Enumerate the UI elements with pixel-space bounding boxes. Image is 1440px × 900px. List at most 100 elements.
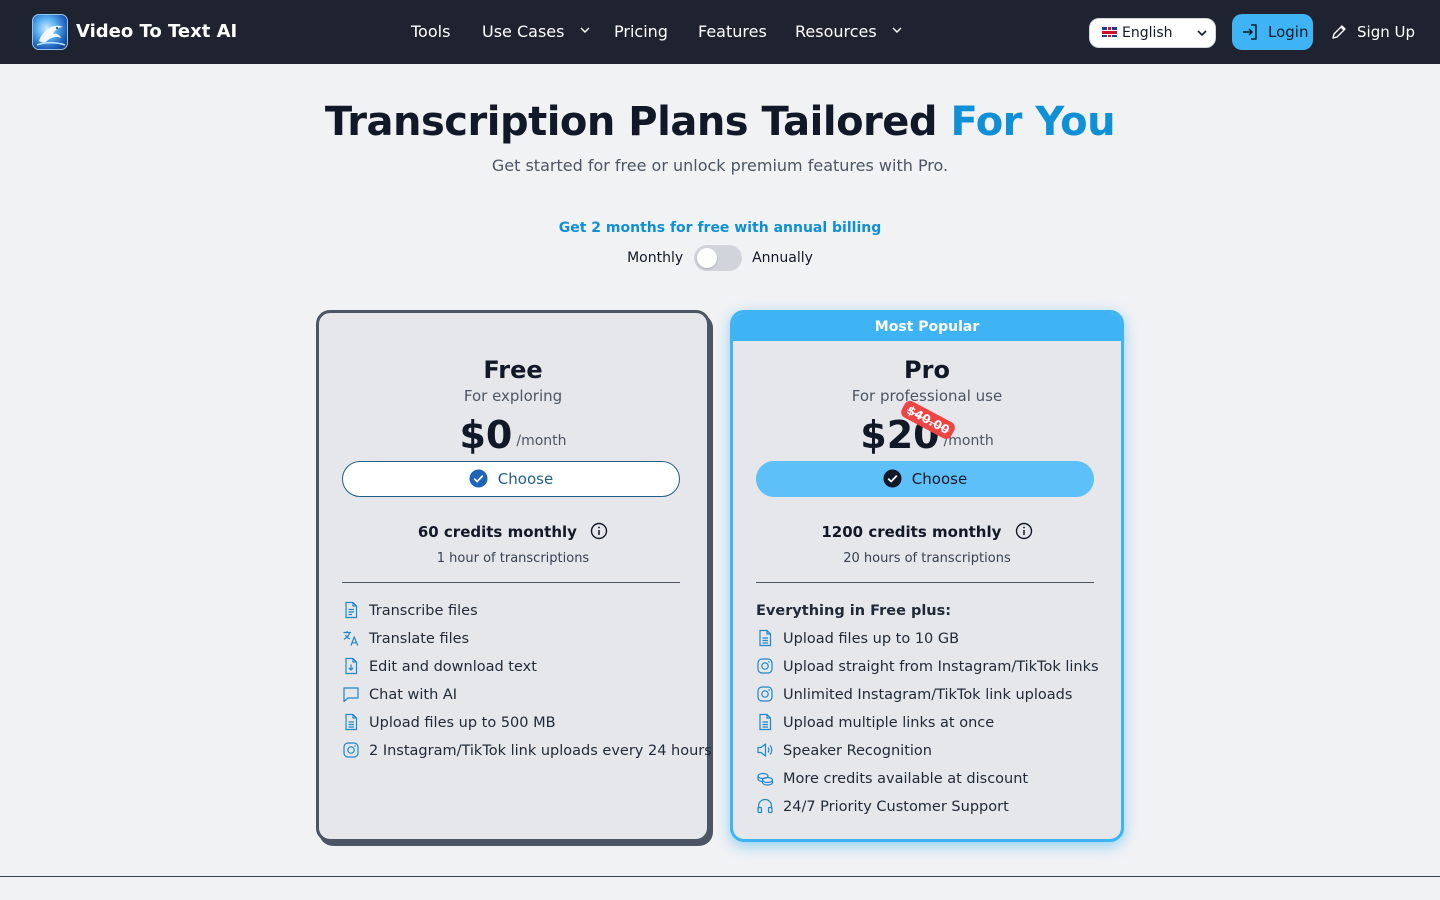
nav-features[interactable]: Features [698,20,767,44]
list-item: Translate files [342,625,692,653]
feature-label: Unlimited Instagram/TikTok link uploads [783,687,1073,703]
list-item: Transcribe files [342,597,692,625]
list-item: Upload files up to 500 MB [342,709,692,737]
pencil-icon [1332,25,1346,39]
signup-label: Sign Up [1357,23,1415,41]
feature-label: Upload files up to 500 MB [369,715,556,731]
file-upload-icon [759,713,772,731]
pro-plan-card: Most Popular Pro For professional use $2… [730,310,1124,842]
toggle-knob [696,248,717,268]
feature-label: 24/7 Priority Customer Support [783,799,1009,815]
price-row: $20 $40.00/month [733,398,1121,459]
login-button[interactable]: Login [1232,14,1313,50]
plan-price: $20 $40.00 [860,398,958,459]
nav-use-cases-label: Use Cases [482,22,565,41]
file-download-icon [345,657,358,675]
feature-label: Upload multiple links at once [783,715,995,731]
billing-toggle-row: Monthly Annually [0,244,1440,272]
top-navbar: Video To Text AI Tools Use Cases Pricing… [0,0,1440,64]
instagram-icon [343,742,359,758]
check-circle-icon [883,469,902,488]
monthly-label[interactable]: Monthly [627,244,683,272]
list-item: Speaker Recognition [756,737,1106,765]
nav-tools[interactable]: Tools [411,20,450,44]
page-title-main: Transcription Plans Tailored [324,99,938,145]
list-item: Upload straight from Instagram/TikTok li… [756,653,1106,681]
feature-label: Transcribe files [369,603,478,619]
nav-resources-label: Resources [795,22,877,41]
credits-monthly: 60 credits monthly [319,521,707,543]
feature-list: Everything in Free plus: Upload files up… [756,597,1106,821]
file-text-icon [345,601,358,619]
card-divider [342,582,680,583]
file-upload-icon [759,629,772,647]
file-upload-icon [345,713,358,731]
check-circle-icon [469,469,488,488]
info-icon[interactable] [590,522,608,540]
translate-icon [343,631,359,646]
transcription-hours: 1 hour of transcriptions [436,551,590,566]
most-popular-badge: Most Popular [733,313,1121,341]
plan-description: For exploring [463,387,563,405]
nav-pricing-label: Pricing [614,22,668,41]
plan-name: Pro [904,356,950,384]
nav-features-label: Features [698,22,767,41]
list-item: Edit and download text [342,653,692,681]
speaker-icon [757,743,773,757]
feature-label: Chat with AI [369,687,458,703]
card-divider [756,582,1094,583]
nav-resources[interactable]: Resources [795,20,902,44]
feature-label: 2 Instagram/TikTok link uploads every 24… [369,743,712,759]
chevron-down-icon [1197,30,1207,37]
language-value: English [1122,25,1173,41]
headphones-icon [757,798,773,814]
list-item: Unlimited Instagram/TikTok link uploads [756,681,1106,709]
instagram-icon [757,658,773,674]
nav-use-cases[interactable]: Use Cases [482,20,590,44]
choose-label: Choose [911,470,968,488]
feature-list: Transcribe files Translate files Edit an… [342,597,712,765]
plan-description: For professional use [851,387,1003,405]
credits-label: 60 credits monthly [417,523,577,541]
list-item: Upload multiple links at once [756,709,1106,737]
brand-name[interactable]: Video To Text AI [76,20,237,44]
info-icon[interactable] [1015,522,1033,540]
choose-free-button[interactable]: Choose [342,461,680,497]
login-label: Login [1268,23,1309,41]
choose-label: Choose [497,470,554,488]
nav-tools-label: Tools [411,22,451,41]
annual-billing-promo: Get 2 months for free with annual billin… [558,220,882,236]
dolphin-logo-icon [36,25,66,46]
chevron-down-icon [892,27,902,33]
annually-label[interactable]: Annually [752,244,813,272]
uk-flag-icon [1102,27,1117,37]
feature-label: Speaker Recognition [783,743,932,759]
transcription-hours: 20 hours of transcriptions [843,551,1011,566]
brand-logo[interactable] [32,14,68,50]
chat-icon [343,687,359,703]
page-subtitle: Get started for free or unlock premium f… [491,156,949,175]
billing-toggle[interactable] [693,245,742,271]
coins-icon [757,772,774,786]
features-heading: Everything in Free plus: [756,603,952,619]
price-row: $0/month [319,411,707,459]
signup-button[interactable]: Sign Up [1330,20,1415,44]
plan-price: $0 [459,413,513,457]
list-item: 2 Instagram/TikTok link uploads every 24… [342,737,712,765]
section-divider [0,876,1440,877]
instagram-icon [757,686,773,702]
plan-name: Free [483,356,543,384]
feature-label: Upload files up to 10 GB [783,631,960,647]
language-select[interactable]: English [1089,18,1216,48]
price-period: /month [516,433,567,449]
choose-pro-button[interactable]: Choose [756,461,1094,497]
page-title-accent: For You [950,99,1116,145]
credits-monthly: 1200 credits monthly [733,521,1121,543]
nav-pricing[interactable]: Pricing [614,20,668,44]
page-title: Transcription Plans Tailored For You [0,96,1440,148]
feature-label: Edit and download text [369,659,537,675]
list-item: More credits available at discount [756,765,1106,793]
list-item: 24/7 Priority Customer Support [756,793,1106,821]
feature-label: Upload straight from Instagram/TikTok li… [783,659,1099,675]
list-item: Upload files up to 10 GB [756,625,1106,653]
